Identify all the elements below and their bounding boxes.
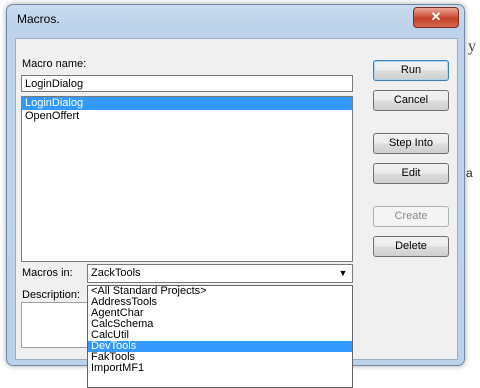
list-item[interactable]: LoginDialog	[22, 97, 352, 110]
run-button[interactable]: Run	[373, 60, 449, 81]
macro-name-input[interactable]: LoginDialog	[21, 75, 353, 92]
dropdown-option[interactable]: ImportMF1	[88, 363, 352, 374]
macros-in-dropdown-list[interactable]: <All Standard Projects> AddressTools Age…	[87, 285, 353, 388]
close-button[interactable]: ✕	[413, 7, 459, 28]
macro-list[interactable]: LoginDialog OpenOffert	[21, 96, 353, 262]
cancel-button[interactable]: Cancel	[373, 90, 449, 111]
list-item[interactable]: OpenOffert	[22, 110, 352, 123]
macro-name-label: Macro name:	[22, 58, 87, 70]
edit-button[interactable]: Edit	[373, 163, 449, 184]
window-title: Macros.	[17, 12, 60, 26]
background-text-fragment: a	[466, 166, 473, 180]
macros-in-label: Macros in:	[22, 267, 73, 279]
description-box	[21, 302, 91, 348]
chevron-down-icon[interactable]: ▼	[336, 265, 350, 282]
macros-in-value: ZackTools	[91, 267, 141, 279]
delete-button[interactable]: Delete	[373, 236, 449, 257]
background-text-fragment: y	[468, 38, 476, 55]
create-button: Create	[373, 206, 449, 227]
description-label: Description:	[22, 289, 81, 301]
close-icon: ✕	[430, 9, 442, 24]
step-into-button[interactable]: Step Into	[373, 133, 449, 154]
macros-in-select[interactable]: ZackTools ▼	[87, 264, 353, 283]
